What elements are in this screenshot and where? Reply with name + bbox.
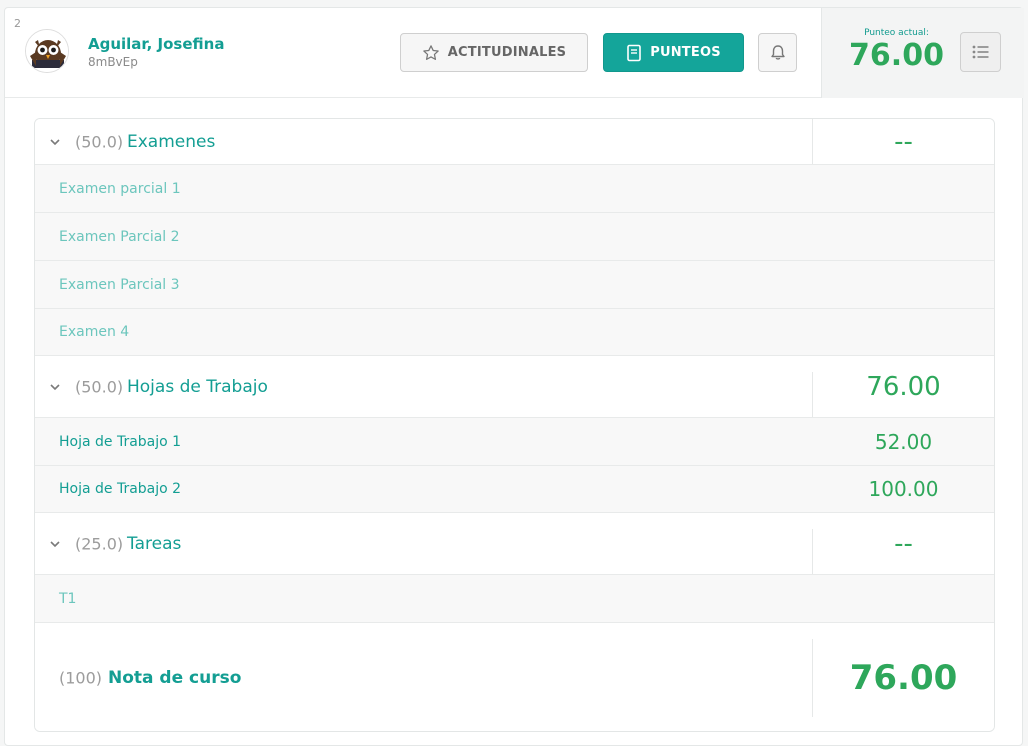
category-row-hojas-de-trabajo[interactable]: (50.0) Hojas de Trabajo 76.00 [35,356,994,418]
student-grade-card: 2 Aguilar, Josefina 8mBvEp ACTITUDINALES… [4,7,1024,746]
category-score: -- [894,126,913,157]
list-icon [972,45,988,59]
list-item[interactable]: T1 [35,575,994,623]
course-total-row: (100) Nota de curso 76.00 [35,623,994,731]
item-name: Examen Parcial 3 [59,276,180,293]
grades-table: (50.0) Examenes -- Examen parcial 1 Exam… [34,118,995,732]
actitudinales-label: ACTITUDINALES [447,45,567,60]
current-score-value: 76.00 [849,38,944,73]
category-weight: (50.0) [75,132,124,151]
notifications-button[interactable] [758,33,797,72]
category-name: Tareas [127,533,182,554]
item-name: Hoja de Trabajo 1 [59,433,182,450]
category-row-examenes[interactable]: (50.0) Examenes -- [35,119,994,165]
list-item[interactable]: Examen Parcial 2 [35,213,994,261]
category-score: 76.00 [866,371,941,402]
chevron-down-icon[interactable] [49,136,61,148]
student-name[interactable]: Aguilar, Josefina [88,35,224,53]
item-name: Examen 4 [59,324,130,340]
avatar [25,29,69,73]
owl-avatar-icon [26,30,68,72]
category-name: Examenes [127,131,216,152]
item-name: Hoja de Trabajo 2 [59,481,182,497]
list-item[interactable]: Hoja de Trabajo 2 100.00 [35,466,994,513]
student-header: 2 Aguilar, Josefina 8mBvEp ACTITUDINALES… [5,8,1024,98]
total-weight: (100) [59,668,103,688]
category-score: -- [894,528,913,559]
item-name: Examen parcial 1 [59,180,181,197]
item-name: T1 [59,590,77,607]
item-name: Examen Parcial 2 [59,228,180,245]
student-code: 8mBvEp [88,55,138,69]
total-score: 76.00 [849,658,958,698]
list-menu-button[interactable] [960,32,1001,72]
list-item[interactable]: Hoja de Trabajo 1 52.00 [35,418,994,466]
punteos-label: PUNTEOS [650,45,721,60]
list-item[interactable]: Examen parcial 1 [35,165,994,213]
book-icon [627,44,642,61]
total-name: Nota de curso [108,668,242,688]
current-score-panel: Punteo actual: 76.00 [821,8,1024,98]
current-score-label: Punteo actual: [864,28,929,38]
category-row-tareas[interactable]: (25.0) Tareas -- [35,513,994,575]
star-icon [423,44,439,60]
list-item[interactable]: Examen Parcial 3 [35,261,994,309]
actitudinales-button[interactable]: ACTITUDINALES [400,33,588,72]
bell-icon [770,45,785,60]
item-score: 100.00 [868,477,939,501]
category-weight: (50.0) [75,377,124,396]
category-name: Hojas de Trabajo [127,376,268,397]
chevron-down-icon[interactable] [49,381,61,393]
category-weight: (25.0) [75,534,124,553]
item-score: 52.00 [874,429,933,454]
punteos-button[interactable]: PUNTEOS [603,33,744,72]
row-index: 2 [14,17,21,30]
chevron-down-icon[interactable] [49,538,61,550]
list-item[interactable]: Examen 4 [35,309,994,356]
